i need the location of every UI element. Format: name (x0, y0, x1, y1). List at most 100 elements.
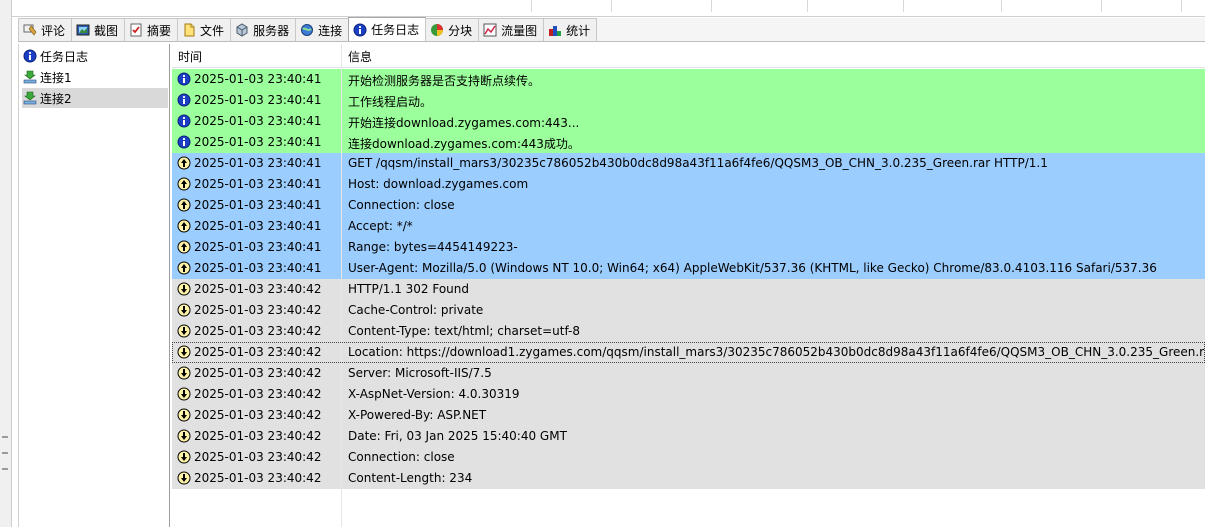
log-time: 2025-01-03 23:40:42 (194, 282, 322, 296)
log-row[interactable]: 2025-01-03 23:40:41 开始连接download.zygames.… (172, 111, 1205, 132)
log-row[interactable]: 2025-01-03 23:40:41 User-Agent: Mozilla/5… (172, 258, 1205, 279)
info-icon (353, 23, 367, 37)
down-arrow-icon (177, 408, 191, 422)
log-row[interactable]: 2025-01-03 23:40:42 X-Powered-By: ASP.NET (172, 405, 1205, 426)
log-time: 2025-01-03 23:40:41 (194, 198, 322, 212)
tab-connection[interactable]: 连接 (295, 18, 350, 41)
download-connection-icon (23, 91, 37, 105)
log-message: Cache-Control: private (348, 303, 484, 317)
log-message: Date: Fri, 03 Jan 2025 15:40:40 GMT (348, 429, 567, 443)
log-message: 开始连接download.zygames.com:443... (348, 116, 580, 130)
column-header-time[interactable]: 时间 (178, 48, 202, 65)
log-row[interactable]: 2025-01-03 23:40:42 Connection: close (172, 447, 1205, 468)
log-time: 2025-01-03 23:40:41 (194, 93, 322, 107)
tab-server[interactable]: 服务器 (230, 18, 297, 41)
down-arrow-icon (177, 303, 191, 317)
up-arrow-icon (177, 219, 191, 233)
log-row[interactable]: 2025-01-03 23:40:42 Server: Microsoft-IIS… (172, 363, 1205, 384)
log-time: 2025-01-03 23:40:41 (194, 219, 322, 233)
line-chart-icon (483, 23, 497, 37)
log-row[interactable]: 2025-01-03 23:40:41 GET /qqsm/install_mar… (172, 153, 1205, 174)
info-icon (177, 114, 191, 128)
top-list-cell (1002, 0, 1102, 12)
top-list-strip (0, 0, 1205, 17)
log-time: 2025-01-03 23:40:41 (194, 177, 322, 191)
left-gutter (0, 0, 12, 527)
log-message: Connection: close (348, 450, 455, 464)
tab-line-chart[interactable]: 流量图 (478, 18, 545, 41)
log-row[interactable]: 2025-01-03 23:40:41 Connection: close (172, 195, 1205, 216)
tree-item[interactable]: 连接1 (23, 67, 72, 87)
log-row[interactable]: 2025-01-03 23:40:41 Host: download.zygame… (172, 174, 1205, 195)
log-message: 工作线程启动。 (348, 95, 433, 109)
tab-screenshot[interactable]: 截图 (71, 18, 126, 41)
gutter-mark (2, 452, 8, 454)
log-message: Host: download.zygames.com (348, 177, 529, 191)
log-row[interactable]: 2025-01-03 23:40:42 Content-Length: 234 (172, 468, 1205, 489)
tree-item[interactable]: 连接2 (22, 88, 168, 108)
log-row[interactable]: 2025-01-03 23:40:41 连接download.zygames.co… (172, 132, 1205, 153)
tab-comment[interactable]: 评论 (18, 18, 73, 41)
column-separator[interactable] (341, 44, 342, 68)
log-time: 2025-01-03 23:40:41 (194, 72, 322, 86)
top-list-cell (612, 0, 712, 12)
column-header-message[interactable]: 信息 (348, 48, 372, 65)
gutter-mark (2, 436, 8, 438)
tree-item-label: 任务日志 (40, 49, 89, 64)
log-message: User-Agent: Mozilla/5.0 (Windows NT 10.0… (348, 261, 1157, 275)
server-icon (235, 23, 249, 37)
tab-summary[interactable]: 摘要 (124, 18, 179, 41)
top-list-cell (712, 0, 808, 12)
log-row[interactable]: 2025-01-03 23:40:41 Accept: */* (172, 216, 1205, 237)
down-arrow-icon (177, 366, 191, 380)
log-message: 连接download.zygames.com:443成功。 (348, 137, 580, 151)
top-list-cell (808, 0, 904, 12)
log-row[interactable]: 2025-01-03 23:40:42 Date: Fri, 03 Jan 202… (172, 426, 1205, 447)
top-list-cell (904, 0, 1002, 12)
down-arrow-icon (177, 429, 191, 443)
log-row[interactable]: 2025-01-03 23:40:42 Content-Type: text/ht… (172, 321, 1205, 342)
log-message: X-AspNet-Version: 4.0.30319 (348, 387, 520, 401)
log-time: 2025-01-03 23:40:42 (194, 450, 322, 464)
up-arrow-icon (177, 177, 191, 191)
tree-item-label: 连接1 (40, 70, 72, 85)
tree-item-label: 连接2 (40, 91, 72, 106)
log-message: 开始检测服务器是否支持断点续传。 (348, 74, 541, 88)
tab-file[interactable]: 文件 (177, 18, 232, 41)
log-time: 2025-01-03 23:40:41 (194, 114, 322, 128)
up-arrow-icon (177, 261, 191, 275)
log-row[interactable]: 2025-01-03 23:40:41 Range: bytes=44541492… (172, 237, 1205, 258)
up-arrow-icon (177, 198, 191, 212)
log-row[interactable]: 2025-01-03 23:40:41 工作线程启动。 (172, 90, 1205, 111)
log-time: 2025-01-03 23:40:41 (194, 156, 322, 170)
tab-label: 文件 (200, 23, 225, 38)
tab-label: 连接 (318, 23, 343, 38)
file-icon (182, 23, 196, 37)
summary-icon (129, 23, 143, 37)
statistics-icon (548, 23, 562, 37)
log-row[interactable]: 2025-01-03 23:40:42 HTTP/1.1 302 Found (172, 279, 1205, 300)
connection-tree: 任务日志连接1 连接2 (18, 44, 170, 527)
tab-label: 任务日志 (371, 23, 420, 37)
grid-header: 时间 信息 (172, 44, 1205, 68)
top-list-cell (1102, 0, 1182, 12)
log-row[interactable]: 2025-01-03 23:40:41 开始检测服务器是否支持断点续传。 (172, 69, 1205, 90)
log-message: Range: bytes=4454149223- (348, 240, 518, 254)
log-message: Content-Type: text/html; charset=utf-8 (348, 324, 581, 338)
log-message: HTTP/1.1 302 Found (348, 282, 470, 296)
down-arrow-icon (177, 387, 191, 401)
log-message: GET /qqsm/install_mars3/30235c786052b430… (348, 156, 1048, 170)
tab-statistics[interactable]: 统计 (543, 18, 598, 41)
detail-tab-bar: 评论 截图 摘要 文件 服务器 连接 任务日志 分块 流量图 统计 (18, 17, 1205, 42)
log-row[interactable]: 2025-01-03 23:40:42 Cache-Control: privat… (172, 300, 1205, 321)
log-row[interactable]: 2025-01-03 23:40:42 Location: https://dow… (172, 342, 1205, 363)
tab-info[interactable]: 任务日志 (348, 17, 427, 41)
tree-item[interactable]: 任务日志 (23, 46, 88, 66)
top-list-cell (532, 0, 612, 12)
pie-chart-icon (430, 23, 444, 37)
tab-label: 分块 (448, 23, 473, 38)
tab-pie-chart[interactable]: 分块 (425, 18, 480, 41)
log-time: 2025-01-03 23:40:42 (194, 366, 322, 380)
log-row[interactable]: 2025-01-03 23:40:42 X-AspNet-Version: 4.0… (172, 384, 1205, 405)
tab-label: 统计 (566, 23, 591, 38)
